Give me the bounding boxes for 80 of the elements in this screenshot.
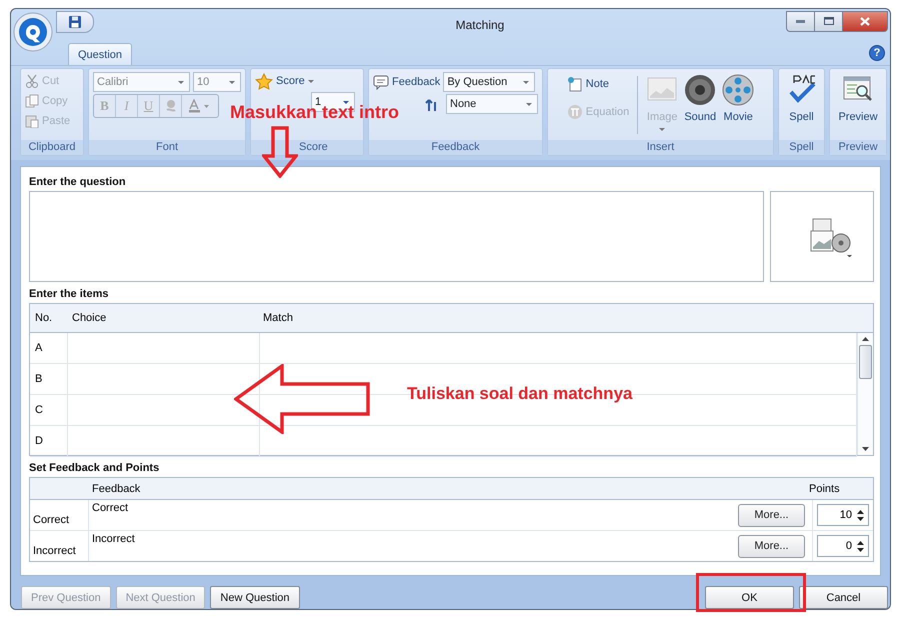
spin-arrows-icon [857, 510, 864, 520]
group-label: Spell [779, 140, 824, 155]
more-button[interactable]: More... [738, 504, 805, 526]
feedback-dropdown[interactable]: By Question [443, 72, 536, 92]
feedback-text[interactable]: Correct [89, 500, 738, 530]
help-button[interactable]: ? [869, 45, 885, 61]
close-button[interactable] [842, 10, 888, 32]
group-label: Feedback [369, 140, 542, 155]
ribbon-button[interactable]: Feedback [373, 73, 440, 91]
more-button[interactable]: More... [738, 534, 805, 558]
group-label: Insert [548, 140, 773, 155]
caret-icon [308, 80, 314, 82]
feedback-text[interactable]: Incorrect [89, 531, 738, 561]
column-header: No. [34, 312, 54, 324]
down-arrow [262, 126, 298, 178]
scissors-icon [25, 74, 39, 88]
column-header: Feedback [91, 482, 142, 494]
row-label: D [30, 426, 68, 456]
ribbon-button[interactable]: Spell [786, 72, 818, 123]
scroll-up-icon[interactable] [862, 337, 869, 341]
copy-icon [25, 94, 39, 108]
scroll-thumb[interactable] [859, 345, 872, 379]
caret-icon [178, 80, 184, 84]
caret-icon [229, 80, 235, 84]
window-title: Matching [454, 18, 506, 32]
close-icon [860, 16, 870, 26]
media-files-icon[interactable] [809, 216, 853, 256]
section-heading: Enter the items [29, 287, 110, 302]
section-heading: Set Feedback and Points [29, 461, 160, 476]
minimize-icon [796, 20, 805, 22]
maximize-icon [824, 17, 834, 25]
row-label: B [30, 364, 68, 394]
ribbon-button[interactable]: Score [255, 72, 359, 90]
caret-icon [523, 80, 530, 84]
star-icon [255, 72, 273, 90]
ribbon-button[interactable]: Sound [684, 72, 716, 123]
group-label: Clipboard [21, 140, 83, 155]
film-reel-icon [722, 74, 754, 106]
group-label: Preview [830, 140, 886, 155]
points-spinner[interactable]: 0 [817, 535, 869, 557]
row-label: C [30, 395, 68, 425]
paste-icon [25, 114, 39, 128]
highlighter-icon [164, 99, 178, 113]
caret-icon [526, 102, 532, 106]
scroll-down-icon[interactable] [862, 447, 869, 451]
group-label: Score [251, 140, 363, 155]
speaker-icon [684, 74, 716, 106]
branching-dropdown[interactable]: None [446, 94, 538, 114]
pi-icon [566, 104, 583, 120]
row-label: A [30, 333, 68, 363]
row-label: Correct [30, 500, 89, 530]
annotation-text: Tuliskan soal dan matchnya [407, 384, 632, 404]
maximize-button[interactable] [814, 10, 842, 32]
dialog-button[interactable]: Cancel [799, 586, 888, 609]
section-heading: Enter the question [29, 175, 127, 190]
dialog-button[interactable]: OK [705, 586, 794, 609]
minimize-button[interactable] [786, 10, 814, 32]
speech-bubble-icon [373, 74, 389, 90]
group-label: Font [89, 140, 245, 155]
points-spinner[interactable]: 10 [817, 504, 869, 526]
column-header: Choice [71, 312, 108, 324]
column-header: Points [809, 482, 841, 494]
row-label: Incorrect [30, 531, 89, 561]
app-logo-icon[interactable] [13, 12, 53, 52]
save-icon [68, 15, 82, 29]
scrollbar[interactable] [857, 333, 873, 455]
ribbon-button[interactable]: Preview [838, 72, 878, 123]
ribbon-button[interactable]: Note [566, 75, 630, 93]
dialog-button[interactable]: New Question [210, 586, 300, 609]
column-header: Match [262, 312, 294, 324]
media-button[interactable] [770, 191, 874, 282]
caret-icon [659, 128, 666, 131]
spin-arrows-icon [857, 540, 864, 552]
save-button[interactable] [56, 11, 94, 33]
caret-icon [343, 100, 349, 104]
ribbon-tab[interactable]: Question [68, 43, 132, 65]
font-color-icon [188, 99, 210, 113]
ribbon-button[interactable]: Movie [722, 72, 754, 123]
note-icon [566, 76, 583, 92]
question-input[interactable] [29, 191, 764, 282]
